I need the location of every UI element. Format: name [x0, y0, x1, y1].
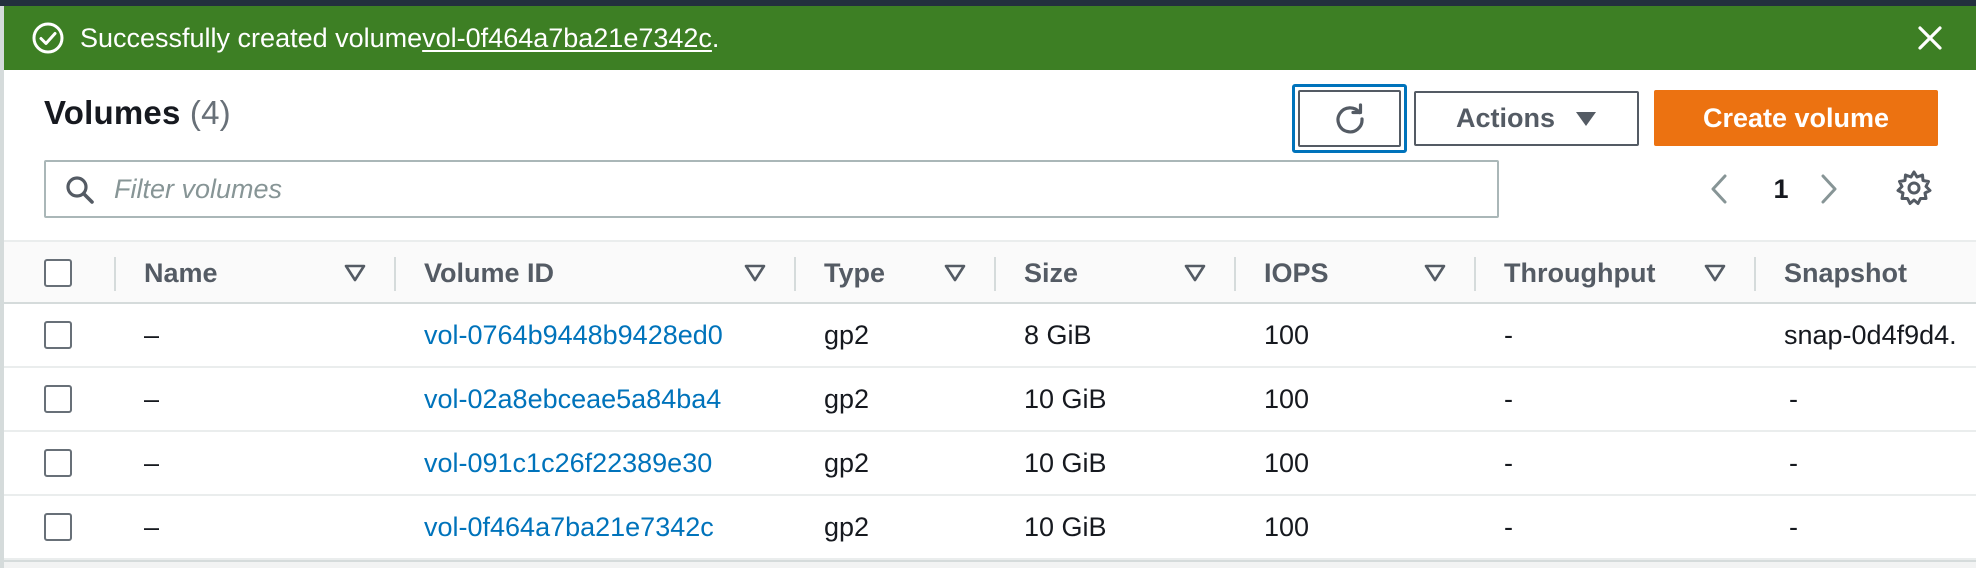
flash-message-prefix: Successfully created volume — [80, 22, 423, 53]
cell-size: 10 GiB — [1024, 383, 1107, 414]
cell-name: – — [144, 383, 160, 414]
cell-snapshot: - — [1789, 447, 1798, 478]
cell-volume-id-link[interactable]: vol-02a8ebceae5a84ba4 — [424, 368, 721, 430]
row-checkbox[interactable] — [44, 513, 72, 541]
column-divider — [114, 257, 116, 291]
row-checkbox[interactable] — [44, 321, 72, 349]
cell-iops: 100 — [1264, 511, 1310, 542]
cell-type: gp2 — [824, 511, 870, 542]
search-icon — [66, 176, 94, 204]
column-divider — [994, 257, 996, 291]
row-checkbox[interactable] — [44, 385, 72, 413]
cell-type: gp2 — [824, 319, 870, 350]
cell-throughput: - — [1504, 511, 1513, 542]
success-flash-banner: Successfully created volume vol-0f464a7b… — [4, 6, 1976, 70]
title-text: Volumes — [44, 94, 181, 131]
cell-type: gp2 — [824, 383, 870, 414]
table-bottom-border — [4, 560, 1976, 568]
page-title: Volumes (4) — [44, 94, 231, 132]
cell-name: – — [144, 447, 160, 478]
cell-size: 10 GiB — [1024, 447, 1107, 478]
sort-icon[interactable] — [1702, 260, 1728, 286]
filter-volumes-input[interactable] — [112, 168, 1482, 210]
table-row[interactable]: – vol-0764b9448b9428ed0 gp2 8 GiB 100 - … — [4, 304, 1976, 368]
cell-snapshot: - — [1789, 511, 1798, 542]
column-divider — [1474, 257, 1476, 291]
select-all-checkbox[interactable] — [44, 259, 72, 287]
cell-volume-id-link[interactable]: vol-0764b9448b9428ed0 — [424, 304, 723, 366]
sort-icon[interactable] — [742, 260, 768, 286]
volume-count: (4) — [189, 94, 231, 131]
close-icon[interactable] — [1912, 20, 1948, 56]
sort-icon[interactable] — [1182, 260, 1208, 286]
sort-icon[interactable] — [1422, 260, 1448, 286]
column-header-type[interactable]: Type — [824, 242, 885, 304]
row-checkbox[interactable] — [44, 449, 72, 477]
actions-button[interactable]: Actions — [1414, 91, 1639, 146]
column-divider — [794, 257, 796, 291]
cell-name: – — [144, 511, 160, 542]
actions-label: Actions — [1455, 103, 1555, 133]
cell-volume-id-link[interactable]: vol-0f464a7ba21e7342c — [424, 496, 714, 558]
cell-throughput: - — [1504, 319, 1513, 350]
cell-iops: 100 — [1264, 319, 1310, 350]
caret-down-icon — [1576, 111, 1596, 126]
column-header-size[interactable]: Size — [1024, 242, 1078, 304]
sort-icon[interactable] — [942, 260, 968, 286]
column-header-snapshot[interactable]: Snapshot — [1784, 242, 1907, 304]
cell-name: – — [144, 319, 160, 350]
filter-bar — [44, 160, 1499, 218]
column-divider — [394, 257, 396, 291]
refresh-button[interactable] — [1292, 84, 1407, 153]
volumes-panel: Volumes (4) Actions Create volume 1 — [4, 70, 1976, 568]
refresh-button-inner — [1298, 90, 1401, 147]
cell-snapshot: snap-0d4f9d4. — [1784, 319, 1957, 350]
flash-message-suffix: . — [711, 22, 720, 53]
cell-size: 10 GiB — [1024, 511, 1107, 542]
table-row[interactable]: – vol-0f464a7ba21e7342c gp2 10 GiB 100 -… — [4, 496, 1976, 560]
cell-iops: 100 — [1264, 447, 1310, 478]
cell-volume-id-link[interactable]: vol-091c1c26f22389e30 — [424, 432, 712, 494]
create-volume-button[interactable]: Create volume — [1654, 90, 1938, 146]
cell-type: gp2 — [824, 447, 870, 478]
cell-size: 8 GiB — [1024, 319, 1092, 350]
cell-snapshot: - — [1789, 383, 1798, 414]
create-volume-label: Create volume — [1702, 102, 1890, 133]
cell-iops: 100 — [1264, 383, 1310, 414]
cell-throughput: - — [1504, 383, 1513, 414]
refresh-icon — [1336, 102, 1364, 133]
table-row[interactable]: – vol-091c1c26f22389e30 gp2 10 GiB 100 -… — [4, 432, 1976, 496]
column-divider — [1754, 257, 1756, 291]
table-row[interactable]: – vol-02a8ebceae5a84ba4 gp2 10 GiB 100 -… — [4, 368, 1976, 432]
flash-volume-link[interactable]: vol-0f464a7ba21e7342c — [422, 23, 712, 54]
gear-icon[interactable] — [1894, 168, 1934, 208]
flash-message: Successfully created volume vol-0f464a7b… — [80, 6, 719, 70]
table-header: Name Volume ID Type Size IOPS Throughput… — [4, 240, 1976, 304]
chevron-left-icon[interactable] — [1704, 168, 1734, 210]
cell-throughput: - — [1504, 447, 1513, 478]
column-header-throughput[interactable]: Throughput — [1504, 242, 1655, 304]
sort-icon[interactable] — [342, 260, 368, 286]
check-circle-icon — [32, 22, 64, 54]
current-page-number[interactable]: 1 — [1766, 168, 1796, 210]
column-header-volume-id[interactable]: Volume ID — [424, 242, 554, 304]
column-header-name[interactable]: Name — [144, 242, 218, 304]
chevron-right-icon[interactable] — [1814, 168, 1844, 210]
column-header-iops[interactable]: IOPS — [1264, 242, 1329, 304]
column-divider — [1234, 257, 1236, 291]
